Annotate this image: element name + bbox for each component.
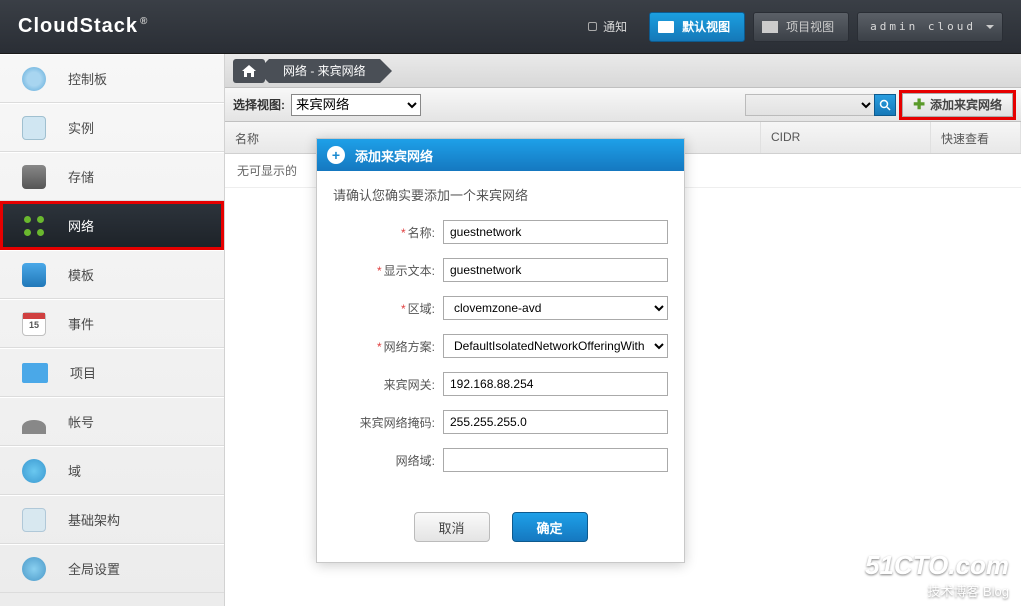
dialog-message: 请确认您确实要添加一个来宾网络: [317, 171, 684, 214]
input-network-domain[interactable]: [443, 448, 668, 472]
dialog-header: + 添加来宾网络: [317, 139, 684, 171]
label-gateway: 来宾网关:: [333, 376, 443, 393]
select-network-offering[interactable]: DefaultIsolatedNetworkOfferingWith: [443, 334, 668, 358]
label-name: *名称:: [333, 224, 443, 241]
input-name[interactable]: [443, 220, 668, 244]
label-zone: *区域:: [333, 300, 443, 317]
cancel-button[interactable]: 取消: [414, 512, 490, 542]
dialog-buttons: 取消 确定: [317, 504, 684, 562]
input-guest-gateway[interactable]: [443, 372, 668, 396]
label-offering: *网络方案:: [333, 338, 443, 355]
label-display: *显示文本:: [333, 262, 443, 279]
dialog-form: *名称: *显示文本: *区域:clovemzone-avd *网络方案:Def…: [317, 214, 684, 504]
input-display-text[interactable]: [443, 258, 668, 282]
modal-overlay: + 添加来宾网络 请确认您确实要添加一个来宾网络 *名称: *显示文本: *区域…: [0, 0, 1021, 606]
label-netmask: 来宾网络掩码:: [333, 414, 443, 431]
add-network-dialog: + 添加来宾网络 请确认您确实要添加一个来宾网络 *名称: *显示文本: *区域…: [316, 138, 685, 563]
input-guest-netmask[interactable]: [443, 410, 668, 434]
ok-button[interactable]: 确定: [512, 512, 588, 542]
dialog-title: 添加来宾网络: [355, 146, 433, 165]
label-domain: 网络域:: [333, 452, 443, 469]
select-zone[interactable]: clovemzone-avd: [443, 296, 668, 320]
plus-circle-icon: +: [327, 146, 345, 164]
